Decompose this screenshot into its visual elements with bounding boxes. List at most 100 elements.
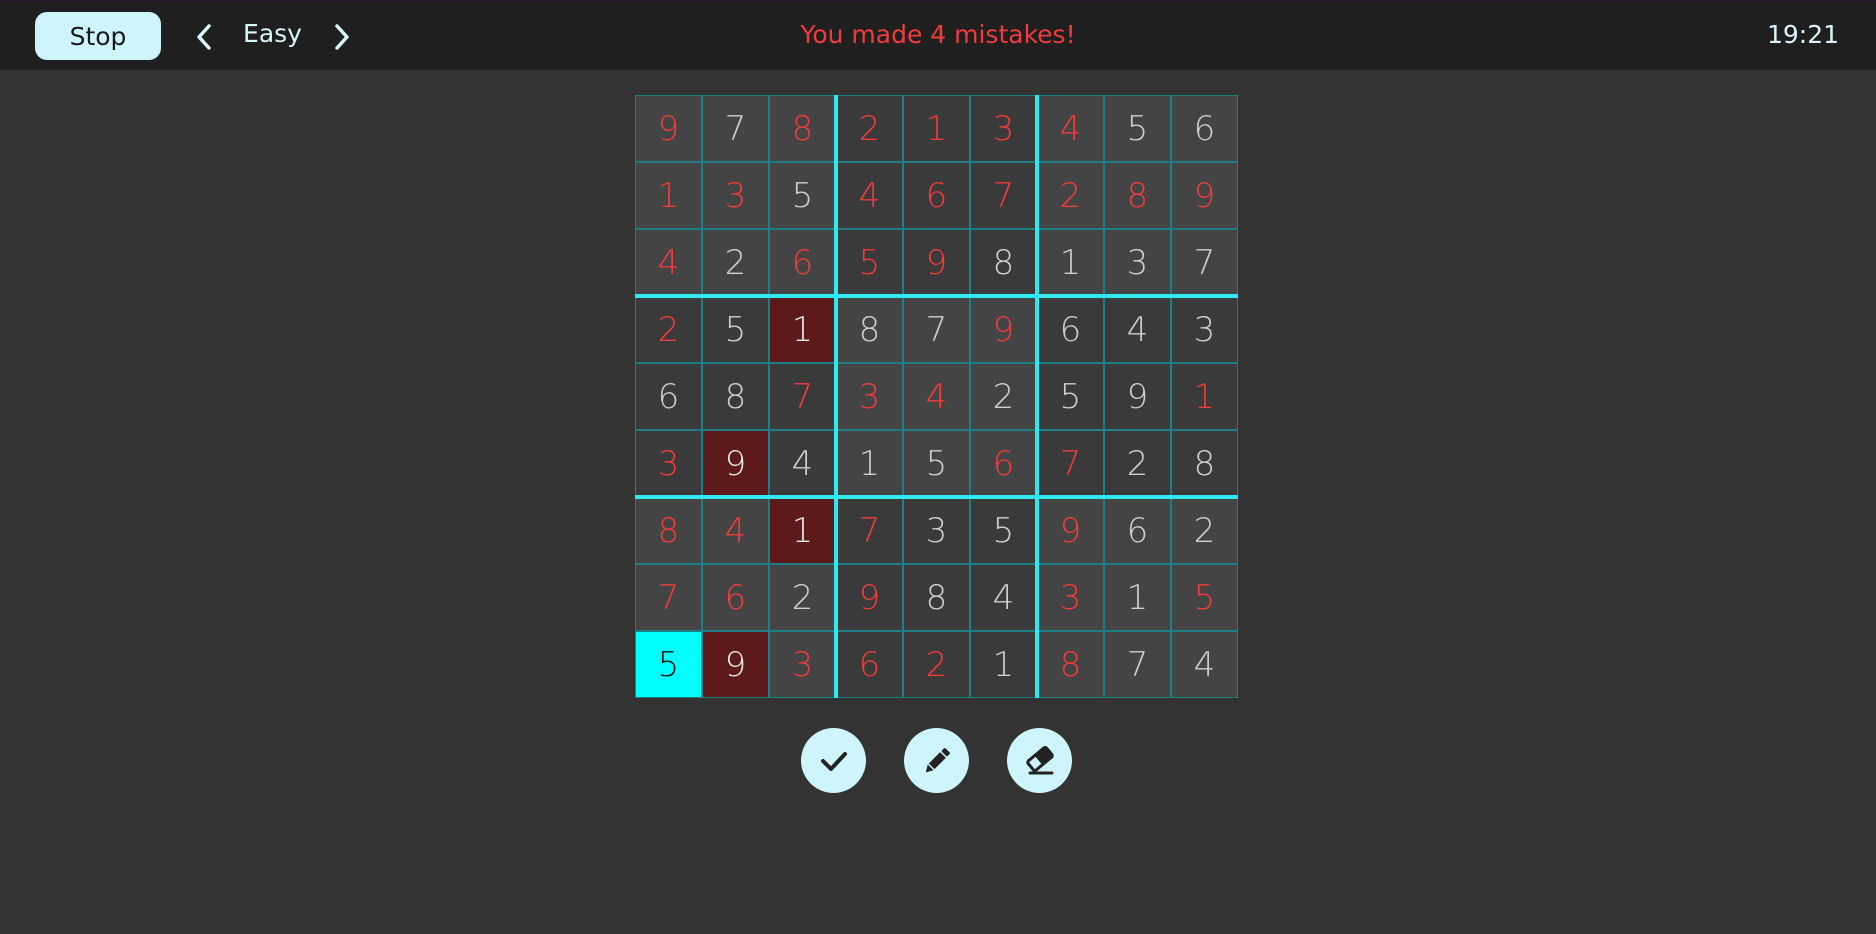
sudoku-cell[interactable]: 6 [635,363,702,430]
sudoku-cell[interactable]: 5 [1037,363,1104,430]
sudoku-cell[interactable]: 3 [702,162,769,229]
sudoku-cell[interactable]: 1 [769,296,836,363]
sudoku-cell[interactable]: 9 [1171,162,1238,229]
sudoku-cell[interactable]: 8 [769,95,836,162]
sudoku-cell[interactable]: 6 [702,564,769,631]
sudoku-cell[interactable]: 4 [702,497,769,564]
sudoku-cell[interactable]: 1 [635,162,702,229]
sudoku-cell[interactable]: 8 [1037,631,1104,698]
sudoku-cell[interactable]: 9 [1104,363,1171,430]
sudoku-cell[interactable]: 4 [970,564,1037,631]
box-divider-vertical [834,95,838,698]
sudoku-cell[interactable]: 1 [970,631,1037,698]
sudoku-cell[interactable]: 7 [1104,631,1171,698]
sudoku-cell[interactable]: 1 [769,497,836,564]
sudoku-cell[interactable]: 7 [702,95,769,162]
pencil-icon [925,747,950,772]
box-divider-horizontal [635,495,1238,499]
sudoku-cell[interactable]: 9 [702,430,769,497]
sudoku-cell[interactable]: 1 [903,95,970,162]
sudoku-cell[interactable]: 5 [836,229,903,296]
sudoku-cell[interactable]: 3 [1037,564,1104,631]
stop-button[interactable]: Stop [35,12,161,60]
sudoku-cell[interactable]: 7 [635,564,702,631]
chevron-right-icon [335,24,349,50]
timer: 19:21 [1766,20,1839,49]
eraser-icon [1025,745,1054,774]
sudoku-cell[interactable]: 4 [836,162,903,229]
sudoku-cell[interactable]: 4 [1037,95,1104,162]
sudoku-cell[interactable]: 7 [836,497,903,564]
sudoku-cell[interactable]: 4 [635,229,702,296]
next-difficulty-button[interactable] [326,22,356,52]
sudoku-cell[interactable]: 4 [1104,296,1171,363]
sudoku-cell[interactable]: 5 [1171,564,1238,631]
sudoku-cell[interactable]: 2 [1171,497,1238,564]
sudoku-cell[interactable]: 8 [903,564,970,631]
sudoku-cell[interactable]: 7 [1037,430,1104,497]
sudoku-cell[interactable]: 6 [836,631,903,698]
sudoku-cell[interactable]: 6 [1171,95,1238,162]
sudoku-cell[interactable]: 9 [836,564,903,631]
sudoku-cell[interactable]: 6 [769,229,836,296]
sudoku-cell[interactable]: 9 [635,95,702,162]
sudoku-cell[interactable]: 8 [836,296,903,363]
sudoku-cell[interactable]: 5 [1104,95,1171,162]
sudoku-cell[interactable]: 6 [1037,296,1104,363]
sudoku-cell[interactable]: 2 [1104,430,1171,497]
check-icon [820,751,847,771]
sudoku-cell[interactable]: 6 [903,162,970,229]
sudoku-cell[interactable]: 2 [635,296,702,363]
sudoku-cell[interactable]: 8 [1171,430,1238,497]
sudoku-cell[interactable]: 4 [769,430,836,497]
sudoku-cell[interactable]: 5 [769,162,836,229]
sudoku-cell[interactable]: 8 [970,229,1037,296]
sudoku-cell[interactable]: 9 [702,631,769,698]
previous-difficulty-button[interactable] [190,22,220,52]
sudoku-cell[interactable]: 2 [836,95,903,162]
sudoku-cell[interactable]: 3 [1171,296,1238,363]
sudoku-cell[interactable]: 7 [769,363,836,430]
sudoku-cell[interactable]: 2 [903,631,970,698]
sudoku-cell[interactable]: 8 [635,497,702,564]
sudoku-cell[interactable]: 9 [903,229,970,296]
sudoku-cell[interactable]: 5 [970,497,1037,564]
top-bar: Stop Easy You made 4 mistakes! 19:21 [0,0,1876,70]
sudoku-cell[interactable]: 4 [903,363,970,430]
sudoku-cell[interactable]: 8 [1104,162,1171,229]
eraser-button[interactable] [1007,728,1072,793]
sudoku-cell[interactable]: 3 [769,631,836,698]
sudoku-cell[interactable]: 5 [702,296,769,363]
chevron-left-icon [197,24,211,50]
sudoku-cell[interactable]: 6 [970,430,1037,497]
sudoku-cell[interactable]: 5 [903,430,970,497]
sudoku-cell[interactable]: 1 [1171,363,1238,430]
sudoku-cell[interactable]: 2 [702,229,769,296]
sudoku-cell[interactable]: 1 [1037,229,1104,296]
sudoku-cell[interactable]: 2 [769,564,836,631]
sudoku-cell[interactable]: 5 [635,631,702,698]
sudoku-cell[interactable]: 3 [635,430,702,497]
sudoku-cell[interactable]: 4 [1171,631,1238,698]
sudoku-cell[interactable]: 3 [903,497,970,564]
tool-bar [0,728,1876,794]
pencil-button[interactable] [904,728,969,793]
sudoku-cell[interactable]: 7 [1171,229,1238,296]
sudoku-cell[interactable]: 1 [1104,564,1171,631]
mistakes-message: You made 4 mistakes! [800,20,1076,49]
box-divider-vertical [1035,95,1039,698]
sudoku-cell[interactable]: 9 [1037,497,1104,564]
check-button[interactable] [801,728,866,793]
sudoku-cell[interactable]: 1 [836,430,903,497]
sudoku-cell[interactable]: 9 [970,296,1037,363]
sudoku-cell[interactable]: 2 [1037,162,1104,229]
sudoku-cell[interactable]: 2 [970,363,1037,430]
sudoku-cell[interactable]: 8 [702,363,769,430]
sudoku-cell[interactable]: 3 [1104,229,1171,296]
sudoku-cell[interactable]: 3 [970,95,1037,162]
sudoku-cell[interactable]: 3 [836,363,903,430]
sudoku-cell[interactable]: 6 [1104,497,1171,564]
sudoku-board: 9782134561354672894265981372518796436873… [635,95,1238,698]
sudoku-cell[interactable]: 7 [970,162,1037,229]
sudoku-cell[interactable]: 7 [903,296,970,363]
